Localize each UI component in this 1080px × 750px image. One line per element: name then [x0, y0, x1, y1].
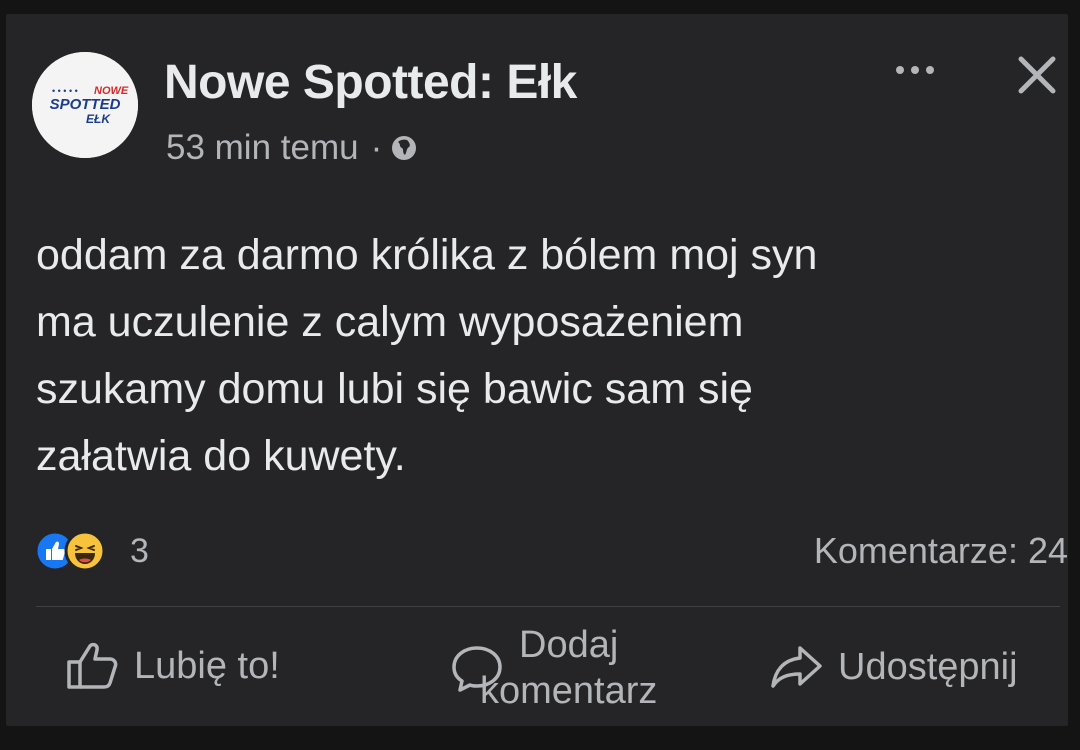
share-label: Udostępnij — [838, 645, 1018, 688]
post-timestamp[interactable]: 53 min temu — [166, 128, 359, 168]
haha-icon — [64, 530, 106, 572]
reaction-count: 3 — [130, 531, 149, 570]
globe-icon — [390, 134, 418, 162]
like-label: Lubię to! — [134, 644, 280, 687]
thumbs-up-icon — [67, 642, 118, 689]
reaction-icons — [34, 530, 126, 572]
ellipsis-icon — [896, 66, 934, 74]
share-button[interactable]: Udostępnij — [768, 642, 1018, 692]
screenshot-frame: • • • • • NOWE SPOTTED EŁK Nowe Spotted:… — [0, 0, 1080, 750]
like-button[interactable]: Lubię to! — [64, 640, 280, 692]
spotted-logo: • • • • • NOWE SPOTTED EŁK — [32, 52, 138, 158]
more-options-button[interactable] — [890, 52, 940, 88]
reactions-summary[interactable]: 3 — [34, 530, 149, 572]
post-text: oddam za darmo królika z bólem moj syn m… — [36, 231, 818, 480]
actions-divider — [36, 606, 1060, 607]
svg-text:• • • • •: • • • • • — [52, 86, 78, 96]
comments-count-link[interactable]: Komentarze: 24 — [814, 530, 1068, 572]
comment-label: Dodaj komentarz — [480, 624, 658, 712]
logo-main-text: SPOTTED — [50, 96, 121, 113]
page-name-link[interactable]: Nowe Spotted: Ełk — [164, 55, 577, 110]
share-arrow-icon — [771, 646, 822, 688]
meta-separator: · — [370, 128, 383, 167]
logo-sub-text: EŁK — [86, 112, 111, 126]
post-meta: 53 min temu · — [166, 128, 418, 168]
comment-button[interactable]: Dodaj komentarz — [448, 622, 657, 714]
close-button[interactable] — [1012, 50, 1062, 100]
page-avatar[interactable]: • • • • • NOWE SPOTTED EŁK — [32, 52, 138, 158]
close-icon — [1018, 56, 1056, 94]
